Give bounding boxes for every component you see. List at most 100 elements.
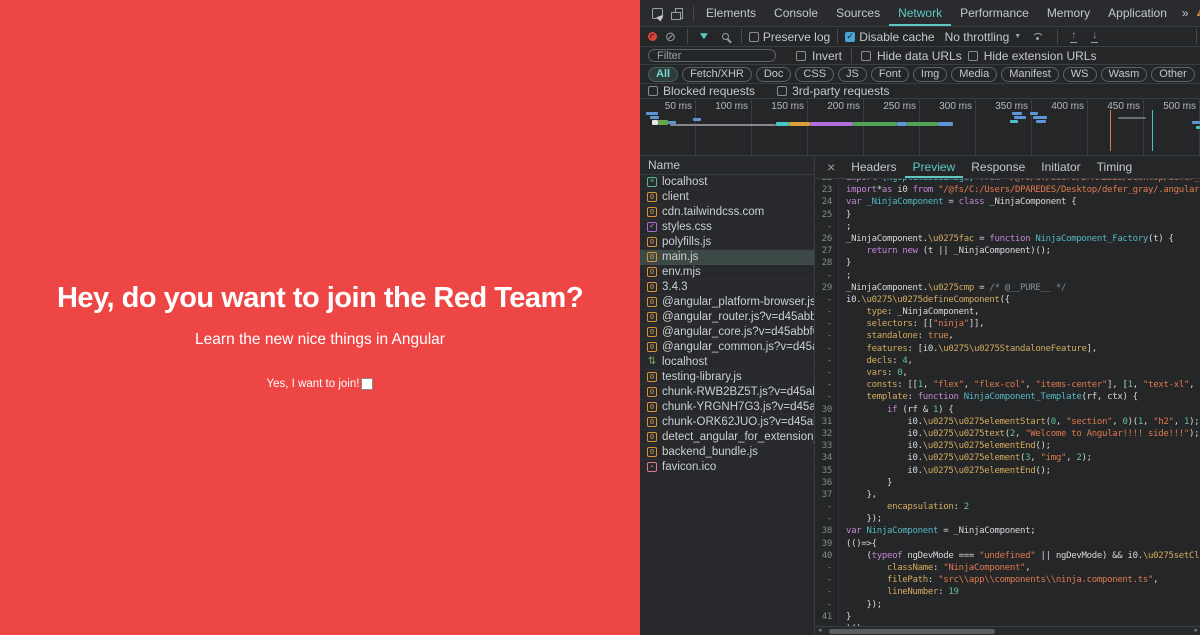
tab-application[interactable]: Application — [1099, 0, 1176, 26]
pill-media[interactable]: Media — [951, 66, 998, 82]
code-line: 39 (()=>{ — [815, 537, 1200, 550]
request-row-backend-bundle.js[interactable]: {} backend_bundle.js — [640, 445, 814, 460]
request-name: polyfills.js — [662, 236, 712, 248]
request-row-main.js[interactable]: {} main.js — [640, 250, 814, 265]
pill-wasm[interactable]: Wasm — [1100, 66, 1148, 82]
join-checkbox[interactable] — [361, 378, 374, 390]
waterfall-bar — [1192, 121, 1200, 124]
hide-extension-urls-checkbox[interactable] — [967, 50, 978, 61]
request-row-cdn.tailwindcss.com[interactable]: {} cdn.tailwindcss.com — [640, 205, 814, 220]
horizontal-scrollbar[interactable]: ◂ ▸ — [815, 626, 1200, 635]
request-row-env.mjs[interactable]: {} env.mjs — [640, 265, 814, 280]
request-row--angular-router.js-v-d45abbf6[interactable]: {} @angular_router.js?v=d45abbf6 — [640, 310, 814, 325]
hide-data-urls-checkbox[interactable] — [861, 50, 872, 61]
preview-code[interactable]: 22import {NgOptimizedImage} from "/@fs/C… — [815, 179, 1200, 626]
network-toolbar: ⊘ ▼ Preserve log ✓ Disable cache No thro… — [640, 27, 1200, 47]
pill-js[interactable]: JS — [838, 66, 867, 82]
request-name: chunk-YRGNH7G3.js?v=d45abbf6 — [662, 401, 814, 413]
detail-tab-response[interactable]: Response — [963, 156, 1033, 178]
detail-tabs: Headers Preview Response Initiator Timing — [843, 156, 1140, 178]
tab-network[interactable]: Network — [889, 0, 951, 26]
request-row-favicon.ico[interactable]: ▪ favicon.ico — [640, 460, 814, 475]
request-row-localhost[interactable]: ⇅ localhost — [640, 355, 814, 370]
request-row-chunk-rwb2bz5t.js-v-d45abbf6[interactable]: {} chunk-RWB2BZ5T.js?v=d45abbf6 — [640, 385, 814, 400]
request-name: detect_angular_for_extension_icon_bu... — [662, 431, 814, 443]
detail-tab-initiator[interactable]: Initiator — [1033, 156, 1088, 178]
request-row-3.4.3[interactable]: {} 3.4.3 — [640, 280, 814, 295]
request-row--angular-core.js-v-d45abbf6[interactable]: {} @angular_core.js?v=d45abbf6 — [640, 325, 814, 340]
blocked-requests-checkbox[interactable] — [648, 86, 658, 96]
waterfall-overview[interactable]: 50 ms 100 ms 150 ms 200 ms 250 ms 300 ms 350 m… — [640, 99, 1200, 156]
warning-badge[interactable]: ▲! 1 — [1195, 7, 1200, 19]
close-icon[interactable]: × — [815, 159, 843, 175]
search-icon[interactable] — [721, 33, 729, 40]
import-har-icon[interactable]: ↑ — [1070, 30, 1078, 43]
scroll-left-icon[interactable]: ◂ — [818, 627, 822, 635]
code-line: 23 import*as i0 from "/@fs/C:/Users/DPARE… — [815, 184, 1200, 197]
name-column-header[interactable]: Name — [640, 156, 814, 175]
request-row-chunk-yrgnh7g3.js-v-d45abbf6[interactable]: {} chunk-YRGNH7G3.js?v=d45abbf6 — [640, 400, 814, 415]
export-har-icon[interactable]: ↓ — [1091, 30, 1099, 43]
request-row-localhost[interactable]: ≡ localhost — [640, 175, 814, 190]
disable-cache-checkbox[interactable]: ✓ — [845, 31, 856, 42]
preserve-log-checkbox[interactable] — [748, 31, 759, 42]
request-name: testing-library.js — [662, 371, 742, 383]
detail-tab-headers[interactable]: Headers — [843, 156, 904, 178]
request-name: @angular_common.js?v=d45abbf6 — [662, 341, 814, 353]
pill-font[interactable]: Font — [870, 66, 909, 82]
request-row-chunk-ork62juo.js-v-d45abbf6[interactable]: {} chunk-ORK62JUO.js?v=d45abbf6 — [640, 415, 814, 430]
overview-bars — [640, 99, 1200, 155]
filter-funnel-icon[interactable]: ▼ — [692, 31, 716, 42]
code-line: 31 i0.\u0275\u0275elementStart(0, "secti… — [815, 415, 1200, 428]
inspect-element-icon[interactable] — [646, 7, 668, 19]
request-row--angular-common.js-v-d45abbf6[interactable]: {} @angular_common.js?v=d45abbf6 — [640, 340, 814, 355]
record-icon[interactable] — [648, 32, 657, 41]
code-line: - type: _NinjaComponent, — [815, 306, 1200, 319]
doc-file-icon: ≡ — [647, 177, 657, 187]
join-row: Yes, I want to join! — [267, 378, 374, 390]
request-row-detect-angular-for-extension-icon-bu...[interactable]: {} detect_angular_for_extension_icon_bu..… — [640, 430, 814, 445]
tab-memory[interactable]: Memory — [1038, 0, 1099, 26]
pill-css[interactable]: CSS — [795, 66, 835, 82]
tab-elements[interactable]: Elements — [697, 0, 765, 26]
red-page: Hey, do you want to join the Red Team? L… — [0, 0, 640, 635]
clear-icon[interactable]: ⊘ — [661, 30, 680, 43]
divider — [740, 29, 742, 44]
request-row-polyfills.js[interactable]: {} polyfills.js — [640, 235, 814, 250]
detail-tabbar: × Headers Preview Response Initiator Timing — [815, 156, 1200, 179]
request-row-styles.css[interactable]: ✓ styles.css — [640, 220, 814, 235]
img-file-icon: ▪ — [647, 462, 657, 472]
invert-checkbox[interactable] — [796, 50, 806, 61]
tab-performance[interactable]: Performance — [951, 0, 1038, 26]
pill-all[interactable]: All — [648, 66, 679, 82]
device-toolbar-icon[interactable] — [668, 7, 690, 20]
waterfall-bar — [1118, 117, 1146, 119]
scroll-right-icon[interactable]: ▸ — [1194, 627, 1198, 635]
throttling-dropdown[interactable]: No throttling ▼ — [945, 30, 1022, 44]
hero-section: Hey, do you want to join the Red Team? L… — [0, 0, 640, 392]
third-party-checkbox[interactable] — [777, 86, 788, 96]
scrollbar-thumb[interactable] — [829, 629, 995, 634]
pill-img[interactable]: Img — [912, 66, 948, 82]
more-tabs-icon[interactable]: » — [1176, 0, 1195, 26]
tab-sources[interactable]: Sources — [827, 0, 889, 26]
filter-input[interactable] — [648, 49, 776, 62]
pill-ws[interactable]: WS — [1062, 66, 1097, 82]
request-type-row: All Fetch/XHR Doc CSS JS Font Img Media Manifest… — [640, 65, 1200, 84]
pill-other[interactable]: Other — [1151, 66, 1195, 82]
pill-doc[interactable]: Doc — [755, 66, 792, 82]
chevron-down-icon: ▼ — [1014, 33, 1022, 40]
waterfall-bar — [907, 122, 938, 126]
request-row-testing-library.js[interactable]: {} testing-library.js — [640, 370, 814, 385]
detail-tab-preview[interactable]: Preview — [905, 156, 964, 178]
pill-manifest[interactable]: Manifest — [1001, 66, 1059, 82]
request-row-client[interactable]: {} client — [640, 190, 814, 205]
detail-tab-timing[interactable]: Timing — [1089, 156, 1141, 178]
tab-console[interactable]: Console — [765, 0, 827, 26]
request-name: favicon.ico — [662, 461, 717, 473]
request-row--angular-platform-browser.js-v-d45a...[interactable]: {} @angular_platform-browser.js?v=d45a... — [640, 295, 814, 310]
js-file-icon: {} — [647, 387, 657, 397]
network-conditions-icon[interactable] — [1031, 32, 1044, 41]
request-name: localhost — [662, 356, 708, 368]
pill-fetch-xhr[interactable]: Fetch/XHR — [682, 66, 752, 82]
